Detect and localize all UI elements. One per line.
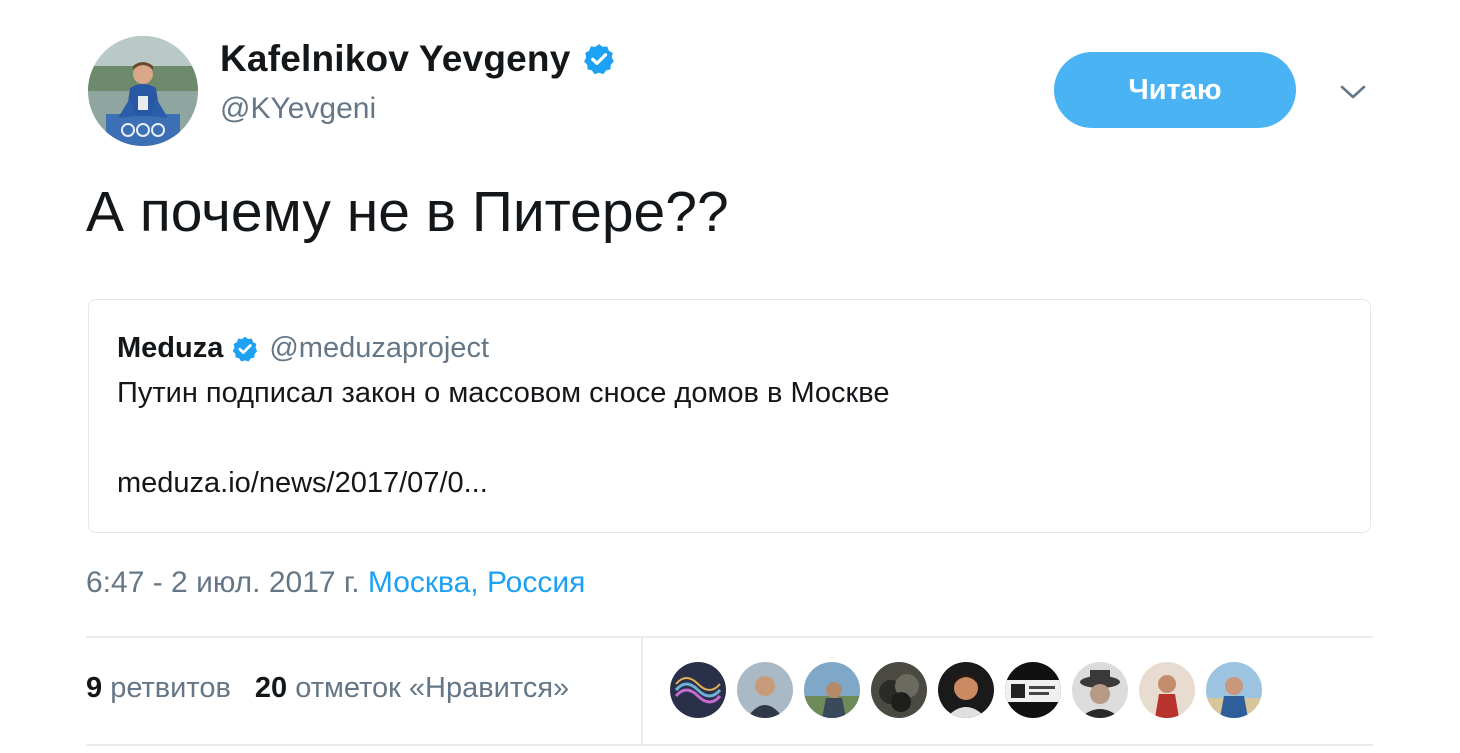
tweet-timestamp: 6:47 - 2 июл. 2017 г. (86, 566, 360, 599)
quoted-author-handle: @meduzaproject (269, 332, 489, 364)
liker-avatar[interactable] (1139, 662, 1195, 718)
liker-avatar[interactable] (938, 662, 994, 718)
quoted-tweet-card[interactable]: Meduza @meduzaproject Путин подписал зак… (88, 299, 1371, 533)
stats-divider-top (86, 636, 1373, 638)
tweet-stats: 9 ретвитов 20 отметок «Нравится» (86, 672, 593, 705)
chevron-down-icon[interactable] (1336, 78, 1370, 106)
likers-avatars (670, 662, 1273, 718)
following-button[interactable]: Читаю (1054, 52, 1296, 128)
author-avatar[interactable] (88, 36, 198, 146)
verified-badge-icon (584, 44, 615, 75)
verified-badge-icon (233, 336, 258, 361)
stats-divider-bottom (86, 744, 1373, 746)
quoted-tweet-header: Meduza @meduzaproject (117, 332, 489, 365)
likes-count: 20 (254, 672, 288, 704)
liker-avatar[interactable] (1072, 662, 1128, 718)
retweets-stat[interactable]: 9 ретвитов (86, 672, 231, 705)
stats-vertical-divider (641, 637, 643, 744)
quoted-tweet-link: meduza.io/news/2017/07/0... (117, 467, 488, 499)
tweet-meta: 6:47 - 2 июл. 2017 г. Москва, Россия (86, 566, 585, 600)
liker-avatar[interactable] (1005, 662, 1061, 718)
author-name-row[interactable]: Kafelnikov Yevgeny (220, 38, 616, 80)
liker-avatar[interactable] (737, 662, 793, 718)
liker-avatar[interactable] (1206, 662, 1262, 718)
retweets-label: ретвитов (110, 672, 231, 704)
quoted-author-name: Meduza (117, 332, 224, 364)
retweets-count: 9 (86, 672, 103, 704)
author-handle[interactable]: @KYevgeni (220, 92, 376, 126)
likes-stat[interactable]: 20 отметок «Нравится» (255, 672, 569, 705)
author-display-name[interactable]: Kafelnikov Yevgeny (220, 38, 570, 80)
tweet-location-link[interactable]: Москва, Россия (368, 566, 585, 599)
quoted-tweet-text: Путин подписал закон о массовом сносе до… (117, 377, 890, 409)
tweet-text: А почему не в Питере?? (86, 180, 729, 244)
likes-label: отметок «Нравится» (295, 672, 570, 704)
liker-avatar[interactable] (804, 662, 860, 718)
liker-avatar[interactable] (871, 662, 927, 718)
liker-avatar[interactable] (670, 662, 726, 718)
